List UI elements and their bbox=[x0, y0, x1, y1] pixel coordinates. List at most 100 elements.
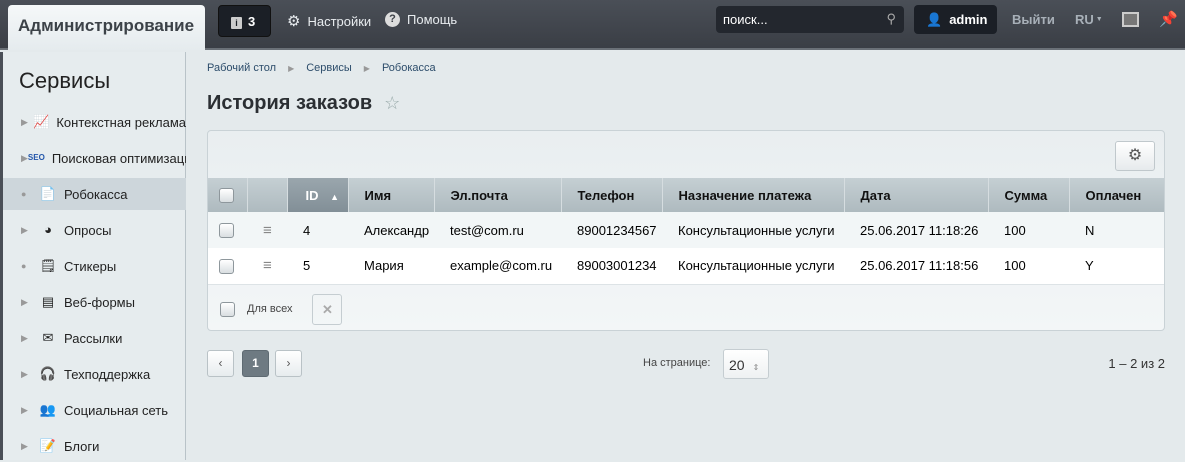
mail-icon: ✉ bbox=[42, 330, 54, 345]
row-menu-icon[interactable]: ≡ bbox=[247, 248, 287, 285]
cell-name: Александр bbox=[348, 212, 434, 248]
help-link[interactable]: ? Помощь bbox=[385, 12, 457, 27]
grid-footer: Для всех ✕ bbox=[208, 286, 1164, 330]
gear-icon: ⚙ bbox=[287, 13, 301, 30]
breadcrumb-item[interactable]: Рабочий стол bbox=[207, 62, 276, 76]
star-icon[interactable]: ☆ bbox=[384, 93, 400, 114]
cell-date: 25.06.2017 11:18:56 bbox=[844, 248, 988, 285]
per-page-select[interactable]: 20 ⇕ bbox=[723, 349, 769, 379]
notifications-button[interactable]: i3 bbox=[218, 5, 271, 37]
breadcrumb-item[interactable]: Робокасса bbox=[382, 62, 436, 76]
row-checkbox[interactable] bbox=[208, 212, 247, 248]
sidebar-item-label: Блоги bbox=[64, 438, 100, 454]
admin-tab[interactable]: Администрирование bbox=[8, 5, 205, 50]
sidebar-item[interactable]: ▶ ◕ Опросы bbox=[3, 214, 186, 246]
cell-sum: 100 bbox=[988, 212, 1069, 248]
orders-table: ID ▲ Имя Эл.почта Телефон Назначение пла… bbox=[208, 178, 1164, 285]
page-1-button[interactable]: 1 bbox=[242, 350, 269, 377]
column-purpose[interactable]: Назначение платежа bbox=[662, 178, 845, 212]
expand-arrow-icon[interactable]: ▶ bbox=[21, 369, 39, 380]
cell-name: Мария bbox=[348, 248, 434, 285]
cell-purpose: Консультационные услуги bbox=[662, 248, 844, 285]
pagination-range: 1 – 2 из 2 bbox=[1108, 356, 1165, 371]
column-date[interactable]: Дата bbox=[844, 178, 989, 212]
cell-paid: Y bbox=[1069, 248, 1164, 285]
column-paid[interactable]: Оплачен bbox=[1069, 178, 1164, 212]
column-id[interactable]: ID ▲ bbox=[287, 178, 349, 212]
cell-id: 4 bbox=[287, 212, 348, 248]
pie-chart-icon: ◕ bbox=[44, 222, 52, 237]
sidebar-item[interactable]: ▶ 📝 Блоги bbox=[3, 430, 186, 462]
expand-arrow-icon[interactable]: ▶ bbox=[21, 225, 39, 236]
search-icon[interactable]: ⚲ bbox=[886, 11, 896, 27]
bullet-icon: ● bbox=[21, 261, 27, 271]
user-name: admin bbox=[949, 12, 988, 27]
settings-link[interactable]: ⚙ Настройки bbox=[287, 12, 371, 30]
pin-icon[interactable]: 📌 bbox=[1159, 10, 1178, 28]
user-button[interactable]: 👤 admin bbox=[914, 5, 997, 34]
chevron-right-icon: ▶ bbox=[363, 64, 370, 73]
language-label: RU bbox=[1075, 12, 1094, 27]
expand-arrow-icon[interactable]: ▶ bbox=[21, 153, 28, 164]
sidebar-item[interactable]: ▶ 📈 Контекстная реклама bbox=[3, 106, 186, 138]
sidebar: Сервисы ▶ 📈 Контекстная реклама ▶ SEO Поисков… bbox=[0, 52, 186, 460]
next-page-button[interactable]: › bbox=[275, 350, 302, 377]
sidebar-item-label: Техподдержка bbox=[64, 366, 151, 382]
for-all-checkbox[interactable] bbox=[220, 301, 235, 317]
info-icon: i bbox=[231, 17, 242, 29]
cell-purpose: Консультационные услуги bbox=[662, 212, 844, 248]
table-row[interactable]: ≡ 5 Мария example@com.ru 89003001234 Консульт… bbox=[208, 248, 1164, 285]
select-all-checkbox[interactable] bbox=[208, 178, 248, 212]
help-label: Помощь bbox=[407, 12, 458, 27]
headset-icon: 🎧 bbox=[39, 366, 57, 381]
cell-phone: 89003001234 bbox=[561, 248, 662, 285]
search-input[interactable]: поиск... ⚲ bbox=[716, 6, 904, 33]
expand-arrow-icon[interactable]: ▶ bbox=[21, 297, 39, 308]
breadcrumb-item[interactable]: Сервисы bbox=[306, 62, 352, 76]
sidebar-item[interactable]: ▶ ✉ Рассылки bbox=[3, 322, 186, 354]
row-menu-icon[interactable]: ≡ bbox=[247, 212, 287, 248]
column-sum[interactable]: Сумма bbox=[988, 178, 1070, 212]
sidebar-item[interactable]: ▶ 🎧 Техподдержка bbox=[3, 358, 186, 390]
sidebar-item[interactable]: ● 📄 Робокасса bbox=[3, 178, 186, 210]
sidebar-item[interactable]: ▶ SEO Поисковая оптимизация bbox=[3, 142, 186, 174]
sidebar-item[interactable]: ▶ 👥 Социальная сеть bbox=[3, 394, 186, 426]
document-icon: 📄 bbox=[39, 186, 57, 201]
keyboard-icon[interactable] bbox=[1122, 12, 1139, 27]
people-icon: 👥 bbox=[39, 402, 57, 417]
sidebar-item-label: Веб-формы bbox=[64, 294, 135, 310]
form-icon: ▤ bbox=[41, 294, 55, 309]
search-placeholder: поиск... bbox=[723, 12, 768, 27]
per-page-label: На странице: bbox=[643, 357, 711, 369]
language-select[interactable]: RU ▼ bbox=[1075, 12, 1103, 27]
sidebar-item[interactable]: ▶ ▤ Веб-формы bbox=[3, 286, 186, 318]
sidebar-title: Сервисы bbox=[19, 68, 111, 93]
table-row[interactable]: ≡ 4 Александр test@com.ru 89001234567 Консуль… bbox=[208, 212, 1164, 248]
column-phone[interactable]: Телефон bbox=[561, 178, 663, 212]
row-checkbox[interactable] bbox=[208, 248, 247, 285]
delete-button[interactable]: ✕ bbox=[312, 293, 343, 325]
expand-arrow-icon[interactable]: ▶ bbox=[21, 333, 39, 344]
logout-link[interactable]: Выйти bbox=[1012, 12, 1055, 27]
per-page-value: 20 bbox=[729, 357, 745, 373]
chart-icon: 📈 bbox=[33, 114, 50, 129]
bullet-icon: ● bbox=[21, 189, 27, 199]
grid-settings-button[interactable]: ⚙ bbox=[1115, 141, 1155, 171]
table-header: ID ▲ Имя Эл.почта Телефон Назначение пла… bbox=[208, 178, 1164, 212]
cell-date: 25.06.2017 11:18:26 bbox=[844, 212, 988, 248]
expand-arrow-icon[interactable]: ▶ bbox=[21, 117, 33, 128]
chevron-right-icon: ▶ bbox=[288, 64, 295, 73]
column-email[interactable]: Эл.почта bbox=[434, 178, 562, 212]
sidebar-item-label: Опросы bbox=[64, 222, 112, 238]
page-title-text: История заказов bbox=[207, 92, 373, 114]
top-bar: Администрирование i3 ⚙ Настройки ? Помощь … bbox=[0, 0, 1185, 50]
cell-phone: 89001234567 bbox=[561, 212, 662, 248]
actions-column bbox=[247, 178, 288, 212]
column-name[interactable]: Имя bbox=[348, 178, 435, 212]
sidebar-item[interactable]: ● 🗒 Стикеры bbox=[3, 250, 186, 282]
expand-arrow-icon[interactable]: ▶ bbox=[21, 405, 39, 416]
orders-grid: ⚙ ID ▲ Имя Эл.почта Телефон Назначение п… bbox=[207, 130, 1165, 331]
prev-page-button[interactable]: ‹ bbox=[207, 350, 234, 377]
expand-arrow-icon[interactable]: ▶ bbox=[21, 441, 39, 452]
cell-email: test@com.ru bbox=[434, 212, 561, 248]
